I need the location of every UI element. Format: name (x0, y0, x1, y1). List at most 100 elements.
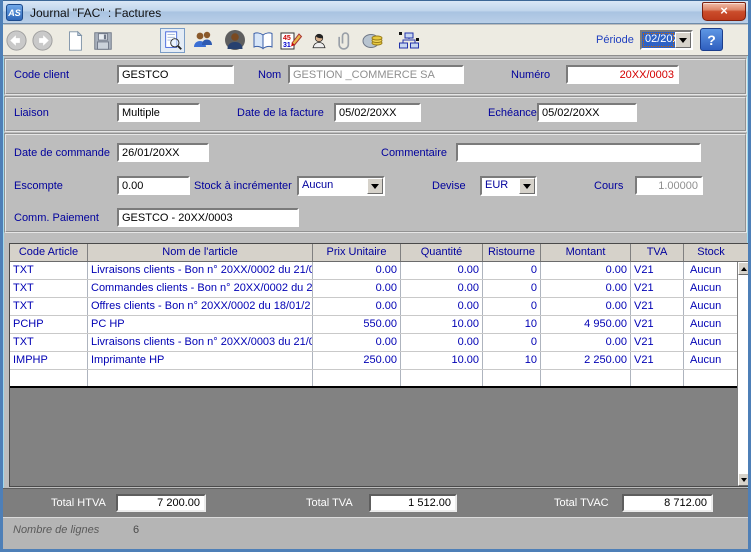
col-header-montant[interactable]: Montant (541, 244, 631, 261)
payment-icon (361, 29, 385, 53)
period-combobox[interactable]: 02/20XX (640, 30, 693, 50)
back-button[interactable] (4, 28, 29, 53)
scroll-down-button[interactable] (738, 473, 750, 486)
cell: Aucun (684, 262, 738, 279)
stock-incrementer-combobox[interactable]: Aucun (297, 176, 385, 196)
table-row[interactable]: TXT Livraisons clients - Bon n° 20XX/000… (10, 262, 750, 280)
cell: 0 (483, 262, 541, 279)
forward-button[interactable] (30, 28, 55, 53)
help-button[interactable]: ? (700, 28, 723, 51)
print-preview-button[interactable] (160, 28, 185, 53)
cell: 0.00 (541, 298, 631, 315)
cell: 0.00 (401, 262, 483, 279)
cell: 10 (483, 352, 541, 369)
arrow-up-icon (741, 264, 747, 271)
chevron-down-icon (679, 38, 687, 47)
cell: PC HP (88, 316, 313, 333)
cell: TXT (10, 262, 88, 279)
customers-button[interactable] (190, 28, 215, 53)
date-facture-input[interactable] (334, 103, 421, 122)
chevron-down-icon (371, 184, 379, 193)
panel-details: Date de commande Commentaire Escompte St… (4, 133, 747, 233)
attachment-icon (335, 30, 355, 52)
catalog-icon (251, 29, 275, 53)
cell: 10 (483, 316, 541, 333)
col-header-stock[interactable]: Stock (684, 244, 738, 261)
numero-input[interactable] (566, 65, 679, 84)
table-row[interactable]: IMPHP Imprimante HP 250.00 10.00 10 2 25… (10, 352, 750, 370)
cell: 0.00 (401, 334, 483, 351)
cell: Aucun (684, 352, 738, 369)
comm-paiement-input[interactable] (117, 208, 299, 227)
sitemap-button[interactable] (396, 28, 421, 53)
cell: V21 (631, 316, 684, 333)
cell (88, 370, 313, 386)
client-area: Code client Nom Numéro Liaison Date de l… (3, 56, 748, 549)
table-row[interactable]: TXT Livraisons clients - Bon n° 20XX/000… (10, 334, 750, 352)
cell (401, 370, 483, 386)
devise-value: EUR (482, 178, 519, 194)
escompte-input[interactable] (117, 176, 190, 195)
close-button[interactable]: × (702, 2, 746, 21)
sitemap-icon (397, 29, 421, 53)
attachment-button[interactable] (332, 28, 357, 53)
payment-button[interactable] (360, 28, 385, 53)
period-dropdown-button[interactable] (675, 32, 691, 48)
calendar-edit-icon: 4531 (279, 29, 303, 53)
cell: 4 950.00 (541, 316, 631, 333)
window-title: Journal "FAC" : Factures (30, 1, 161, 25)
total-tvac-label: Total TVAC (554, 497, 609, 509)
date-facture-label: Date de la facture (237, 107, 324, 119)
back-icon (5, 29, 28, 52)
col-header-quantite[interactable]: Quantité (401, 244, 483, 261)
articles-table: Code Article Nom de l'article Prix Unita… (9, 243, 751, 487)
comm-paiement-label: Comm. Paiement (14, 212, 99, 224)
panel-dates: Liaison Date de la facture Echéance (4, 96, 747, 132)
svg-text:45: 45 (283, 35, 291, 42)
table-row-empty[interactable] (10, 370, 750, 388)
table-row[interactable]: PCHP PC HP 550.00 10.00 10 4 950.00 V21 … (10, 316, 750, 334)
save-button[interactable] (90, 28, 115, 53)
contact-button[interactable] (306, 28, 331, 53)
commentaire-input[interactable] (456, 143, 701, 162)
table-row[interactable]: TXT Commandes clients - Bon n° 20XX/0002… (10, 280, 750, 298)
date-commande-input[interactable] (117, 143, 209, 162)
customer-button[interactable] (222, 28, 247, 53)
scroll-up-button[interactable] (738, 262, 750, 275)
panel-client: Code client Nom Numéro (4, 58, 747, 95)
escompte-label: Escompte (14, 180, 63, 192)
echeance-label: Echéance (488, 107, 537, 119)
liaison-input[interactable] (117, 103, 200, 122)
devise-combobox[interactable]: EUR (480, 176, 537, 196)
devise-label: Devise (432, 180, 466, 192)
code-client-input[interactable] (117, 65, 234, 84)
cell: 0.00 (313, 334, 401, 351)
col-header-code-article[interactable]: Code Article (10, 244, 88, 261)
cell: Imprimante HP (88, 352, 313, 369)
cell: 0.00 (541, 262, 631, 279)
svg-text:31: 31 (283, 42, 291, 49)
col-header-nom-article[interactable]: Nom de l'article (88, 244, 313, 261)
cell: 10.00 (401, 316, 483, 333)
cell: 550.00 (313, 316, 401, 333)
stock-dropdown-button[interactable] (367, 178, 383, 194)
echeance-input[interactable] (537, 103, 637, 122)
cours-label: Cours (594, 180, 623, 192)
table-row[interactable]: TXT Offres clients - Bon n° 20XX/0002 du… (10, 298, 750, 316)
col-header-tva[interactable]: TVA (631, 244, 684, 261)
code-client-label: Code client (14, 69, 69, 81)
cell: 250.00 (313, 352, 401, 369)
nom-label: Nom (258, 69, 281, 81)
cell: 0.00 (313, 262, 401, 279)
cell: Commandes clients - Bon n° 20XX/0002 du … (88, 280, 313, 297)
col-header-prix-unitaire[interactable]: Prix Unitaire (313, 244, 401, 261)
cell: Livraisons clients - Bon n° 20XX/0002 du… (88, 262, 313, 279)
col-header-ristourne[interactable]: Ristourne (483, 244, 541, 261)
line-count-value: 6 (133, 524, 139, 536)
chevron-down-icon (523, 184, 531, 193)
new-document-button[interactable] (62, 28, 87, 53)
vertical-scrollbar[interactable] (737, 262, 750, 486)
catalog-button[interactable] (250, 28, 275, 53)
calendar-edit-button[interactable]: 4531 (278, 28, 303, 53)
devise-dropdown-button[interactable] (519, 178, 535, 194)
